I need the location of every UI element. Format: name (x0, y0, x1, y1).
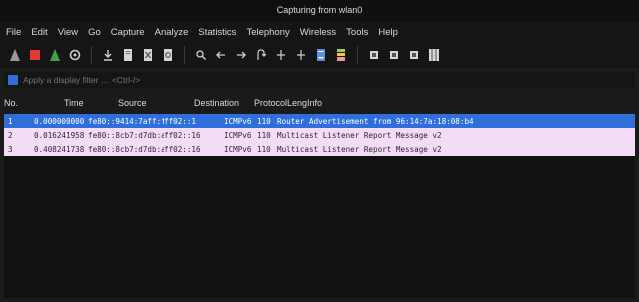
cell-no: 1 (8, 116, 13, 126)
resize-columns-icon[interactable] (427, 47, 441, 63)
go-to-packet-icon[interactable] (254, 47, 268, 63)
cell-length: 110 (257, 144, 271, 154)
reload-icon[interactable] (161, 47, 175, 63)
cell-protocol: ICMPv6 (224, 130, 252, 140)
stop-capture-icon[interactable] (28, 47, 42, 63)
column-header-source[interactable]: Source (118, 98, 194, 108)
table-row[interactable]: 2 0.016241958 fe80::8cb7:d7db:a6b… ff02:… (4, 128, 635, 142)
cell-no: 3 (8, 144, 13, 154)
cell-source: fe80::8cb7:d7db:a6b… (88, 130, 164, 140)
menu-help[interactable]: Help (378, 27, 398, 38)
zoom-in-icon[interactable] (367, 47, 381, 63)
capture-options-icon[interactable] (68, 47, 82, 63)
cell-no: 2 (8, 130, 13, 140)
save-file-icon[interactable] (121, 47, 135, 63)
colorize-icon[interactable] (334, 47, 348, 63)
menu-telephony[interactable]: Telephony (246, 27, 289, 38)
cell-length: 110 (257, 130, 271, 140)
column-header-info[interactable]: Info (307, 98, 635, 108)
go-last-icon[interactable] (294, 47, 308, 63)
bookmark-icon[interactable] (8, 75, 18, 85)
menu-bar: File Edit View Go Capture Analyze Statis… (0, 22, 639, 42)
menu-file[interactable]: File (6, 27, 21, 38)
display-filter-input[interactable] (23, 75, 603, 85)
toolbar-separator (357, 46, 358, 64)
cell-source: fe80::9414:7aff:fe1… (88, 116, 164, 126)
cell-source: fe80::8cb7:d7db:a6b… (88, 144, 164, 154)
column-header-time[interactable]: Time (34, 98, 118, 108)
go-forward-icon[interactable] (234, 47, 248, 63)
toolbar-separator (91, 46, 92, 64)
autoscroll-icon[interactable] (314, 47, 328, 63)
packet-list-header: No. Time Source Destination Protocol Len… (4, 92, 635, 114)
cell-time: 0.408241738 (34, 144, 85, 154)
find-packet-icon[interactable] (194, 47, 208, 63)
cell-length: 110 (257, 116, 271, 126)
table-row[interactable]: 1 0.000000000 fe80::9414:7aff:fe1… ff02:… (4, 114, 635, 128)
menu-statistics[interactable]: Statistics (198, 27, 236, 38)
zoom-out-icon[interactable] (387, 47, 401, 63)
window-title: Capturing from wlan0 (276, 5, 363, 15)
cell-info: Multicast Listener Report Message v2 (277, 144, 442, 154)
menu-view[interactable]: View (58, 27, 78, 38)
cell-destination: ff02::1 (164, 116, 197, 126)
cell-protocol: ICMPv6 (224, 116, 252, 126)
cell-destination: ff02::16 (164, 144, 201, 154)
title-bar: Capturing from wlan0 (0, 0, 639, 22)
menu-analyze[interactable]: Analyze (155, 27, 189, 38)
display-filter-bar (4, 72, 635, 88)
column-header-destination[interactable]: Destination (194, 98, 254, 108)
packet-list: No. Time Source Destination Protocol Len… (4, 92, 635, 298)
open-file-icon[interactable] (101, 47, 115, 63)
go-back-icon[interactable] (214, 47, 228, 63)
menu-wireless[interactable]: Wireless (300, 27, 336, 38)
menu-edit[interactable]: Edit (31, 27, 47, 38)
column-header-no[interactable]: No. (4, 98, 34, 108)
cell-info: Router Advertisement from 96:14:7a:18:08… (277, 116, 474, 126)
normal-size-icon[interactable] (407, 47, 421, 63)
toolbar-separator (184, 46, 185, 64)
cell-time: 0.000000000 (34, 116, 85, 126)
menu-capture[interactable]: Capture (111, 27, 145, 38)
cell-destination: ff02::16 (164, 130, 201, 140)
table-row[interactable]: 3 0.408241738 fe80::8cb7:d7db:a6b… ff02:… (4, 142, 635, 156)
shark-fin-start-icon[interactable] (8, 47, 22, 63)
cell-time: 0.016241958 (34, 130, 85, 140)
cell-protocol: ICMPv6 (224, 144, 252, 154)
cell-info: Multicast Listener Report Message v2 (277, 130, 442, 140)
column-header-length[interactable]: Length (287, 98, 307, 108)
restart-capture-icon[interactable] (48, 47, 62, 63)
menu-tools[interactable]: Tools (346, 27, 368, 38)
column-header-protocol[interactable]: Protocol (254, 98, 287, 108)
main-toolbar (0, 42, 639, 68)
go-first-icon[interactable] (274, 47, 288, 63)
close-file-icon[interactable] (141, 47, 155, 63)
menu-go[interactable]: Go (88, 27, 101, 38)
